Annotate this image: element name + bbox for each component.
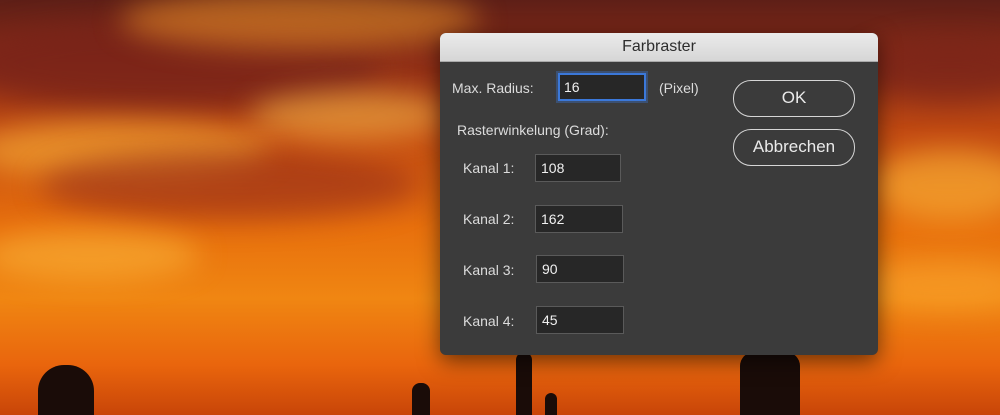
unit-label: (Pixel) [659, 80, 699, 96]
channel-4-label: Kanal 4: [463, 313, 515, 329]
channel-1-input[interactable] [535, 154, 621, 182]
cloud [40, 150, 420, 220]
dialog-title: Farbraster [622, 38, 696, 55]
max-radius-input[interactable] [558, 73, 646, 101]
cloud [0, 230, 200, 280]
sunset-background: Farbraster Max. Radius: (Pixel) Rasterwi… [0, 0, 1000, 415]
cactus-silhouette [740, 352, 800, 415]
dialog-title-bar[interactable]: Farbraster [440, 33, 878, 62]
cloud [870, 150, 1000, 220]
ok-button[interactable]: OK [733, 80, 855, 117]
cactus-silhouette [38, 365, 94, 415]
cancel-button[interactable]: Abbrechen [733, 129, 855, 166]
cloud [860, 260, 1000, 310]
cactus-silhouette [412, 383, 430, 415]
channel-2-input[interactable] [535, 205, 623, 233]
max-radius-label: Max. Radius: [452, 80, 534, 96]
channel-2-label: Kanal 2: [463, 211, 515, 227]
channel-1-label: Kanal 1: [463, 160, 515, 176]
angle-section-label: Rasterwinkelung (Grad): [457, 122, 609, 138]
cloud [860, 40, 1000, 100]
cloud [250, 90, 450, 140]
channel-3-input[interactable] [536, 255, 624, 283]
cactus-silhouette [516, 352, 532, 415]
cactus-silhouette [545, 393, 557, 415]
farbraster-dialog: Farbraster Max. Radius: (Pixel) Rasterwi… [440, 33, 878, 355]
channel-4-input[interactable] [536, 306, 624, 334]
channel-3-label: Kanal 3: [463, 262, 515, 278]
